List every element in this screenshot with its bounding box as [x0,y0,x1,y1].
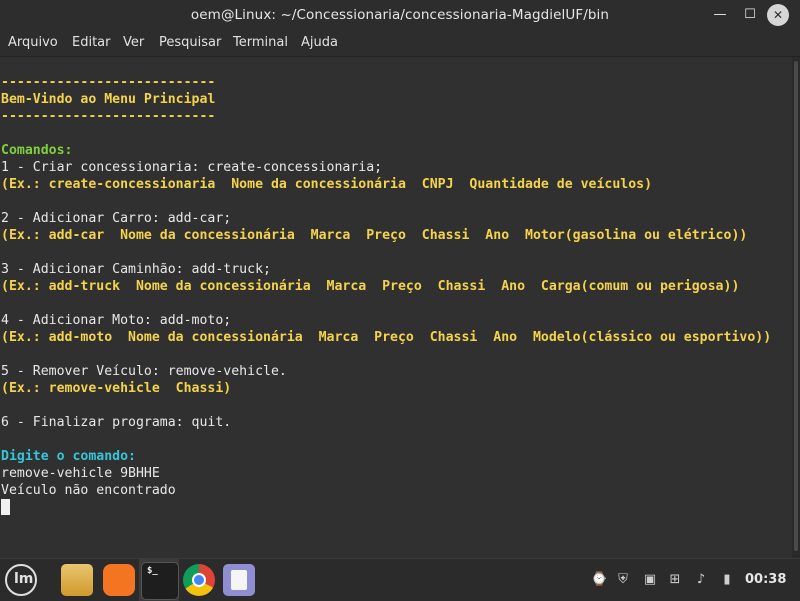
menu-editar[interactable]: Editar [72,30,111,56]
terminal-line: 5 - Remover Veículo: remove-vehicle. [1,364,287,379]
menu-pesquisar[interactable]: Pesquisar [159,30,221,56]
terminal-line: (Ex.: remove-vehicle Chassi) [1,381,232,396]
terminal-icon[interactable]: $_ [141,562,179,600]
terminal-output[interactable]: --------------------------- Bem-Vindo ao … [0,57,792,558]
minimize-button[interactable]: — [709,4,731,26]
menu-arquivo[interactable]: Arquivo [8,30,58,56]
terminal-line: 1 - Criar concessionaria: create-concess… [1,160,383,175]
chrome-icon[interactable] [183,564,215,596]
taskbar: lm $_ ⌚ ⛨ ▣ ⊞ ♪ ▮ 00:38 [0,558,800,601]
terminal-icon-glyph: $_ [147,566,158,576]
text-editor-icon[interactable] [223,564,255,596]
terminal-line: Bem-Vindo ao Menu Principal [1,92,216,107]
close-button[interactable]: ✕ [767,4,789,26]
terminal-line: --------------------------- [1,75,216,90]
network-icon[interactable]: ⊞ [667,572,683,588]
clipboard-icon[interactable]: ▣ [642,572,658,588]
linux-mint-menu-icon[interactable]: lm [5,564,37,596]
terminal-line: (Ex.: add-truck Nome da concessionária M… [1,279,740,294]
window-titlebar[interactable]: oem@Linux: ~/Concessionaria/concessionar… [0,0,800,30]
files-icon[interactable] [61,564,93,596]
firefox-icon[interactable] [103,564,135,596]
terminal-line: (Ex.: add-moto Nome da concessionária Ma… [1,330,772,345]
menubar: Arquivo Editar Ver Pesquisar Terminal Aj… [0,30,800,57]
terminal-line: 6 - Finalizar programa: quit. [1,415,232,430]
maximize-button[interactable]: ☐ [739,4,761,26]
terminal-lines: --------------------------- Bem-Vindo ao … [1,74,771,516]
volume-muted-icon[interactable]: ♪ [693,572,709,588]
battery-icon[interactable]: ▮ [719,572,735,588]
shield-icon[interactable]: ⛨ [615,572,631,588]
scrollbar-thumb[interactable] [794,61,798,551]
terminal-line: (Ex.: create-concessionaria Nome da conc… [1,177,653,192]
window-title: oem@Linux: ~/Concessionaria/concessionar… [190,7,610,23]
clock[interactable]: 00:38 [745,559,786,601]
terminal-line: 4 - Adicionar Moto: add-moto; [1,313,232,328]
terminal-line: (Ex.: add-car Nome da concessionária Mar… [1,228,748,243]
update-icon[interactable]: ⌚ [591,572,607,588]
terminal-line: 3 - Adicionar Caminhão: add-truck; [1,262,271,277]
menu-terminal[interactable]: Terminal [233,30,288,56]
terminal-line: 2 - Adicionar Carro: add-car; [1,211,232,226]
terminal-cursor [1,499,10,515]
terminal-cursor-line [1,499,771,516]
text-editor-page [231,570,247,590]
terminal-scrollbar[interactable] [792,57,800,558]
terminal-line: Comandos: [1,143,73,158]
menu-ajuda[interactable]: Ajuda [301,30,338,56]
menu-ver[interactable]: Ver [123,30,144,56]
terminal-line: --------------------------- [1,109,216,124]
terminal-line: Digite o comando: [1,449,136,464]
menu-logo-text: lm [14,571,34,587]
terminal-line: Veículo não encontrado [1,483,176,498]
terminal-line: remove-vehicle 9BHHE [1,466,160,481]
chrome-icon-center [192,573,206,587]
